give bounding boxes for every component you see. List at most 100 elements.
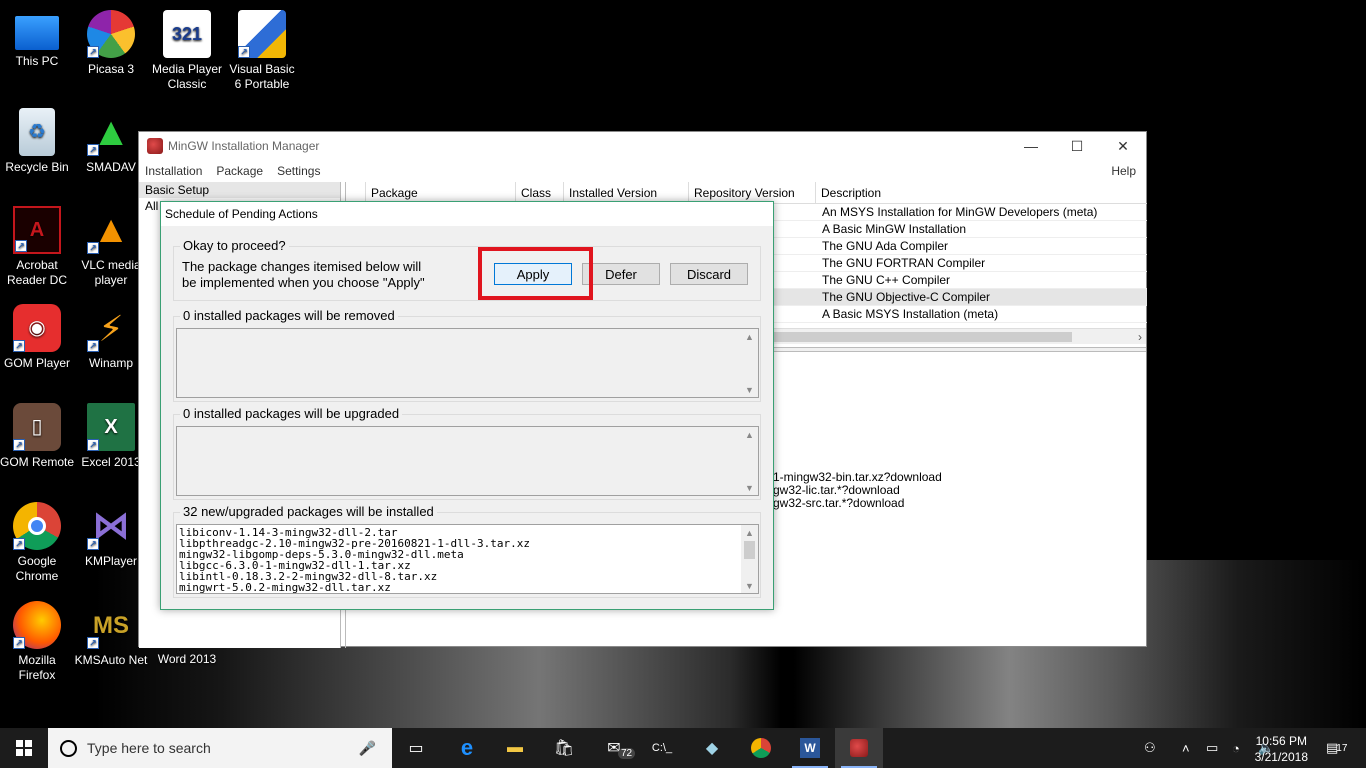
clock-time: 10:56 PM [1255,734,1307,748]
desktop-icon-chrome[interactable]: ↗ Google Chrome [0,502,74,584]
desktop-icon-kmsauto[interactable]: MS ↗ KMSAuto Net [74,601,148,668]
menu-bar: Installation Package Settings Help [139,160,1146,182]
desktop-icon-visual-basic[interactable]: ↗ Visual Basic 6 Portable [225,10,299,92]
row-description: An MSYS Installation for MinGW Developer… [822,205,1098,219]
minimize-button[interactable]: — [1008,132,1054,160]
command-prompt-icon[interactable]: C:\_ [638,728,686,768]
menu-settings[interactable]: Settings [277,164,320,178]
acrobat-icon: A ↗ [13,206,61,254]
kmsauto-icon: MS ↗ [87,601,135,649]
menu-package[interactable]: Package [216,164,263,178]
battery-icon[interactable]: ▭ [1206,728,1218,768]
desktop-icon-smadav[interactable]: ▲ ↗ SMADAV [74,108,148,175]
scrollbar-thumb[interactable] [744,541,755,559]
edge-icon[interactable]: e [443,728,491,768]
desktop-icon-kmplayer[interactable]: ⋈ ↗ KMPlayer [74,502,148,569]
taskbar-search-box[interactable]: Type here to search 🎤 [48,728,392,768]
vertical-scrollbar[interactable]: ▲ ▼ [741,525,758,593]
task-view-icon[interactable]: ▭ [392,728,440,768]
taskbar: Type here to search 🎤 ▭ e ▬ 🛍 ✉ 72 C:\_ ◆… [0,728,1366,768]
file-explorer-icon[interactable]: ▬ [491,728,539,768]
row-description: The GNU Objective-C Compiler [822,290,991,304]
desktop-icon-gom-remote[interactable]: ▯ ↗ GOM Remote [0,403,74,470]
chrome-taskbar-icon[interactable] [737,728,785,768]
chevron-down-icon[interactable]: ▼ [745,581,754,591]
close-button[interactable]: ✕ [1100,132,1146,160]
header-installed-version[interactable]: Installed Version [564,182,689,203]
desktop-icon-firefox[interactable]: ↗ Mozilla Firefox [0,601,74,683]
chevron-down-icon[interactable]: ▼ [745,385,754,395]
desktop-icon-label: VLC media player [81,258,141,287]
desktop-icon-label: KMPlayer [84,554,137,568]
installed-label: 32 new/upgraded packages will be install… [180,504,437,519]
menu-help[interactable]: Help [1111,164,1136,178]
app-icon[interactable]: ◆ [688,728,736,768]
desktop-icon-media-player-classic[interactable]: 321 Media Player Classic [150,10,224,92]
desktop-icon-label: Picasa 3 [87,62,135,76]
upgraded-list[interactable]: ▲ ▼ [176,426,759,496]
clock-date: 3/21/2018 [1254,750,1308,764]
header-repository-version[interactable]: Repository Version [689,182,816,203]
people-icon[interactable]: ⚇ [1144,728,1156,768]
header-check-column [346,182,366,203]
desktop-icon-label: Recycle Bin [5,160,69,174]
vlc-cone-icon: ▲ ↗ [87,206,135,254]
maximize-button[interactable]: ☐ [1054,132,1100,160]
chevron-up-icon[interactable]: ˄ [1182,728,1190,768]
category-basic-setup[interactable]: Basic Setup [139,182,340,198]
mail-icon[interactable]: ✉ 72 [590,728,638,768]
start-button[interactable] [0,728,48,768]
menu-installation[interactable]: Installation [145,164,202,178]
chevron-down-icon[interactable]: ▼ [745,483,754,493]
proceed-text-line-2: be implemented when you choose "Apply" [182,275,425,290]
list-item[interactable]: mingwrt-5.0.2-mingw32-dll.tar.xz [177,582,758,593]
vertical-scrollbar[interactable]: ▲ ▼ [741,329,758,397]
chevron-up-icon[interactable]: ▲ [745,528,754,538]
installed-list[interactable]: libiconv-1.14-3-mingw32-dll-2.tar libpth… [176,524,759,594]
desktop-icon-label: Acrobat Reader DC [6,258,68,287]
desktop-icon-this-pc[interactable]: This PC [0,10,74,69]
chevron-up-icon[interactable]: ▲ [745,430,754,440]
notification-count: 17 [1336,742,1348,754]
chevron-right-icon[interactable]: › [1138,329,1142,345]
word-taskbar-icon[interactable]: W [786,728,834,768]
desktop-icon-acrobat[interactable]: A ↗ Acrobat Reader DC [0,206,74,288]
desktop-icon-label: SMADAV [86,160,136,174]
microphone-icon[interactable]: 🎤 [359,740,376,757]
desktop-icon-picasa[interactable]: ↗ Picasa 3 [74,10,148,77]
header-class[interactable]: Class [516,182,564,203]
smadav-icon: ▲ ↗ [87,108,135,156]
header-package[interactable]: Package [366,182,516,203]
upgraded-label: 0 installed packages will be upgraded [180,406,403,421]
desktop-icon-excel[interactable]: X ↗ Excel 2013 [74,403,148,470]
notification-center-icon[interactable]: ▤ 17 [1326,728,1347,768]
desktop-icon-label: GOM Remote [0,455,75,469]
title-bar[interactable]: MinGW Installation Manager — ☐ ✕ [139,132,1146,160]
monitor-icon [15,16,59,50]
proceed-label: Okay to proceed? [180,238,289,253]
chevron-up-icon[interactable]: ▲ [745,332,754,342]
mingw-taskbar-icon[interactable] [835,728,883,768]
apply-highlight-box [478,247,593,300]
media-player-icon: 321 [163,10,211,58]
mail-badge: 72 [618,748,636,759]
defer-button[interactable]: Defer [582,263,660,285]
window-title: MinGW Installation Manager [168,139,320,153]
row-description: The GNU FORTRAN Compiler [822,256,986,270]
desktop-icon-vlc[interactable]: ▲ ↗ VLC media player [74,206,148,288]
vertical-scrollbar[interactable]: ▲ ▼ [741,427,758,495]
desktop-icon-word[interactable]: Word 2013 [150,652,224,667]
discard-button[interactable]: Discard [670,263,748,285]
firefox-icon: ↗ [13,601,61,649]
wifi-icon[interactable]: ◔ [1232,728,1240,768]
pending-actions-dialog: Schedule of Pending Actions Okay to proc… [160,201,774,610]
header-description[interactable]: Description [816,182,1146,203]
desktop-icon-recycle-bin[interactable]: ♻ Recycle Bin [0,108,74,175]
chrome-icon: ↗ [13,502,61,550]
picasa-icon: ↗ [87,10,135,58]
desktop-icon-gom-player[interactable]: ◉ ↗ GOM Player [0,304,74,371]
clock[interactable]: 10:56 PM 3/21/2018 [1255,733,1308,765]
desktop-icon-winamp[interactable]: ⚡ ↗ Winamp [74,304,148,371]
store-icon[interactable]: 🛍 [540,728,588,768]
removed-list[interactable]: ▲ ▼ [176,328,759,398]
